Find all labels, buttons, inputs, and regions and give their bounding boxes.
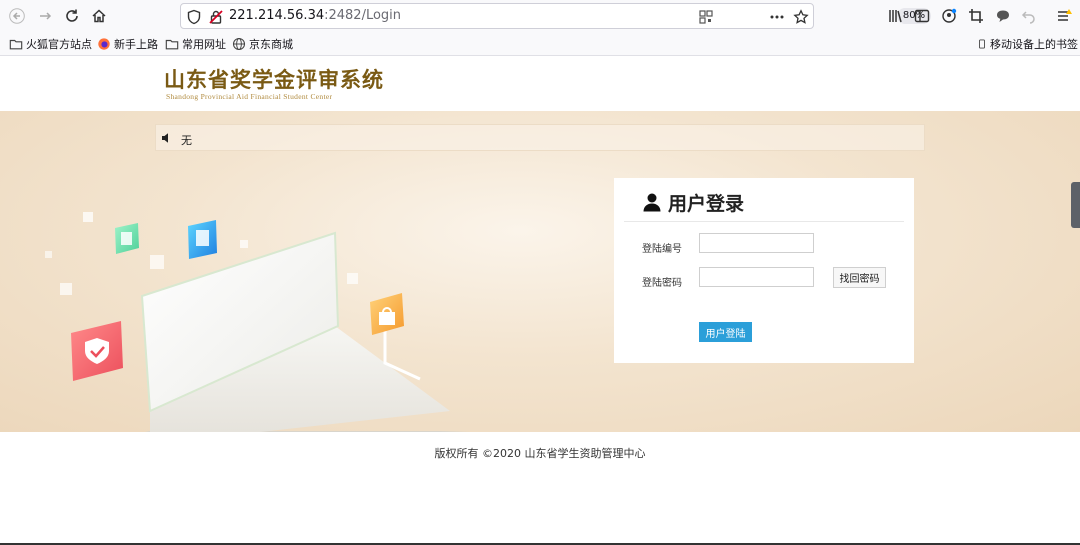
bookmark-item-getting-started[interactable]: 新手上路 (97, 36, 158, 52)
bookmark-label: 新手上路 (114, 38, 158, 51)
browser-toolbar: 221.214.56.34:2482/Login 80% (0, 0, 1080, 32)
back-button[interactable] (5, 4, 29, 28)
hamburger-menu-icon (1058, 9, 1072, 21)
bookmark-star-icon[interactable] (793, 9, 809, 25)
side-panel-tab[interactable] (1071, 182, 1080, 228)
login-header: 用户登录 (642, 189, 744, 215)
mobile-bookmarks-label: 移动设备上的书签 (990, 38, 1078, 51)
sidebar-button[interactable] (910, 4, 934, 28)
address-bar[interactable]: 221.214.56.34:2482/Login 80% (180, 3, 931, 29)
user-icon (643, 193, 661, 212)
password-input[interactable] (699, 267, 814, 287)
hero-section: 无 用户登录 登陆编号 登陆密码 找回密码 用户登陆 (0, 111, 1080, 432)
screenshot-button[interactable] (964, 4, 988, 28)
home-button[interactable] (87, 4, 111, 28)
bookmark-label: 火狐官方站点 (26, 38, 92, 51)
url-path: :2482/Login (324, 8, 402, 23)
site-footer: 版权所有 ©2020 山东省学生资助管理中心 (0, 432, 1080, 545)
qr-code-icon[interactable] (698, 9, 714, 25)
bookmark-item-common-sites[interactable]: 常用网址 (165, 36, 226, 52)
username-label: 登陆编号 (642, 244, 682, 255)
library-icon (889, 10, 902, 23)
home-icon (92, 9, 106, 23)
bookmark-label: 京东商城 (249, 38, 293, 51)
reload-button[interactable] (60, 4, 84, 28)
bookmarks-bar: 火狐官方站点 新手上路 常用网址 京东商城 移动设备上的书签 (0, 32, 1080, 56)
reload-icon (66, 9, 78, 22)
url-text[interactable]: 221.214.56.34:2482/Login (229, 8, 401, 23)
find-password-button[interactable]: 找回密码 (833, 267, 886, 288)
shield-icon[interactable] (186, 9, 202, 25)
globe-icon (232, 37, 246, 51)
laptop-illustration (45, 212, 470, 432)
mobile-bookmarks[interactable]: 移动设备上的书签 (977, 36, 1078, 52)
account-button[interactable] (937, 4, 961, 28)
login-divider (624, 221, 904, 222)
chat-button[interactable] (991, 4, 1015, 28)
folder-icon (165, 39, 179, 50)
forward-arrow-icon (40, 12, 52, 20)
firefox-icon (98, 38, 110, 50)
crop-icon (969, 9, 983, 23)
copyright-text: 版权所有 ©2020 山东省学生资助管理中心 (434, 447, 646, 460)
undo-arrow-icon (1021, 11, 1035, 24)
folder-icon (9, 39, 23, 50)
site-title: 山东省奖学金评审系统 (164, 67, 384, 92)
password-label: 登陆密码 (642, 278, 682, 289)
back-arrow-icon (9, 8, 25, 24)
undo-button[interactable] (1017, 4, 1041, 28)
more-actions-icon[interactable] (769, 9, 785, 25)
login-panel: 用户登录 登陆编号 登陆密码 找回密码 用户登陆 (614, 178, 914, 363)
username-input[interactable] (699, 233, 814, 253)
bookmark-item-firefox-site[interactable]: 火狐官方站点 (9, 36, 92, 52)
login-title: 用户登录 (668, 192, 745, 215)
insecure-lock-icon[interactable] (208, 9, 224, 25)
bookmark-label: 常用网址 (182, 38, 226, 51)
library-button[interactable] (884, 4, 908, 28)
account-icon (942, 8, 957, 23)
mobile-phone-icon (979, 39, 985, 49)
chat-bubble-icon (997, 10, 1009, 22)
login-submit-button[interactable]: 用户登陆 (699, 322, 752, 342)
site-header: 山东省奖学金评审系统 Shandong Provincial Aid Finan… (0, 57, 1080, 111)
menu-button[interactable] (1052, 4, 1076, 28)
sidebar-icon (914, 9, 930, 23)
url-host: 221.214.56.34 (229, 8, 325, 23)
bookmark-item-jd[interactable]: 京东商城 (232, 36, 293, 52)
forward-button[interactable] (33, 4, 57, 28)
site-subtitle: Shandong Provincial Aid Financial Studen… (166, 92, 333, 101)
